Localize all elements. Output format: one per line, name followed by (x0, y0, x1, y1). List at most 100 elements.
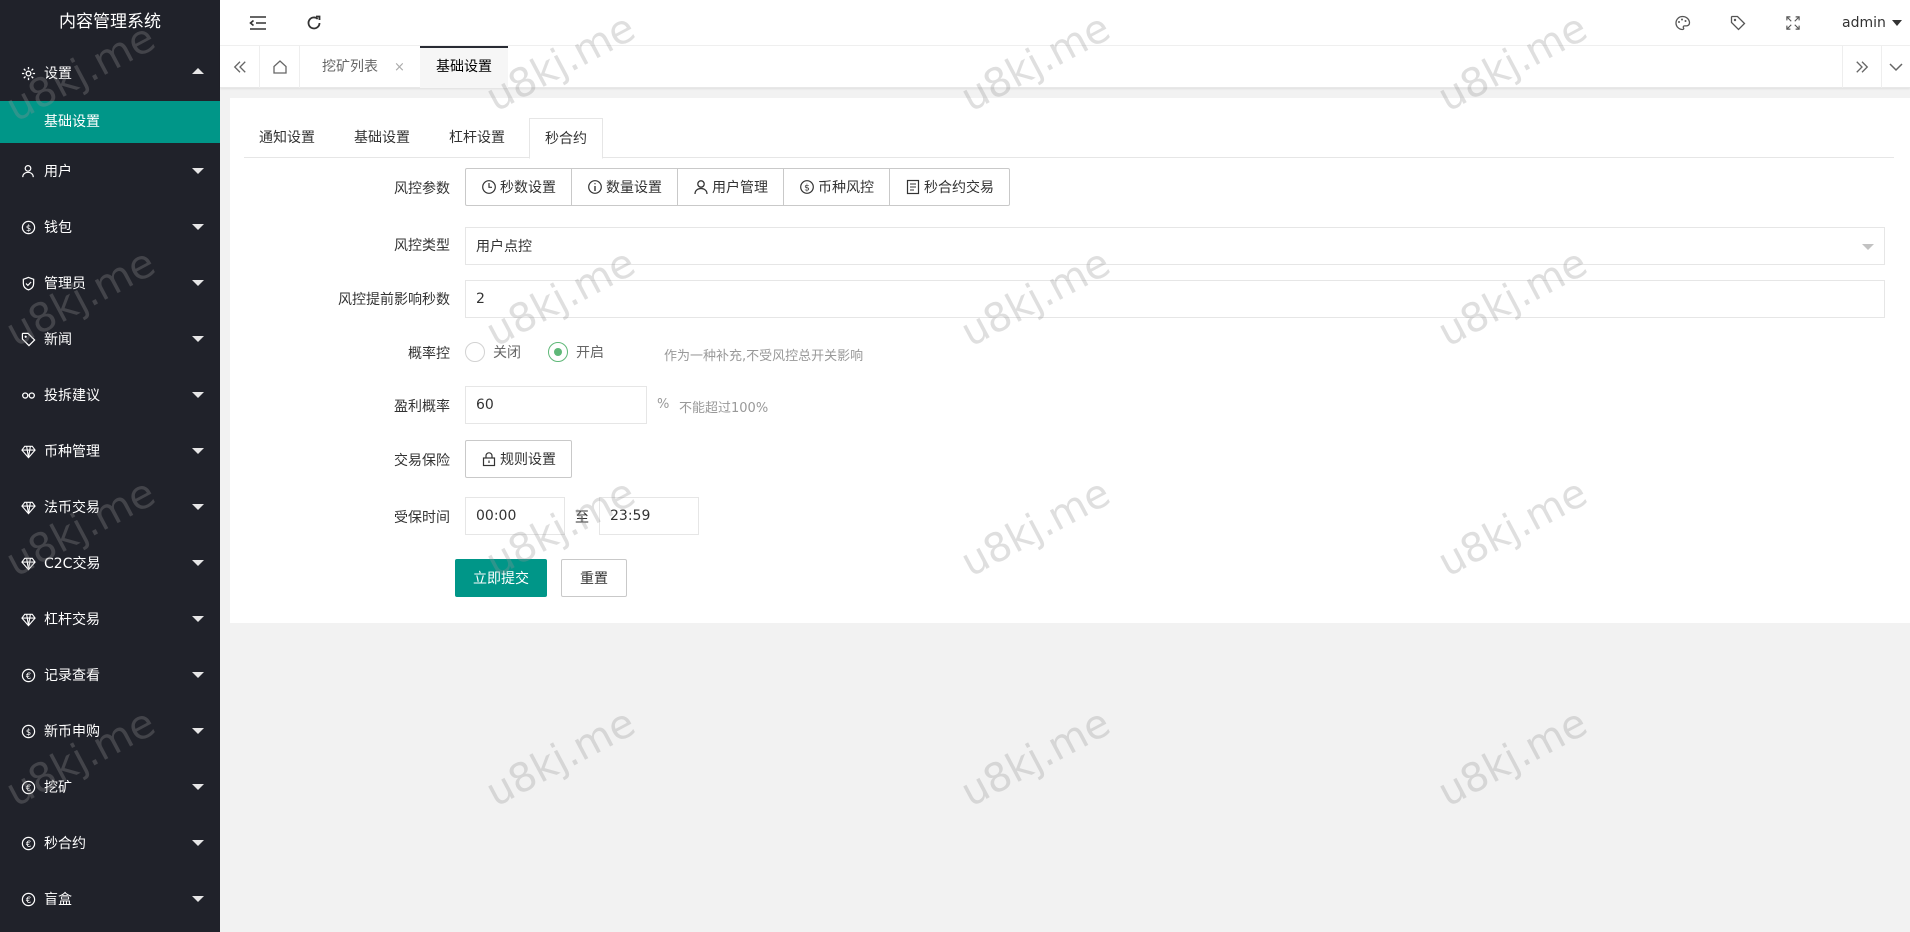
rule-settings-button[interactable]: 规则设置 (465, 440, 572, 478)
chevron-down-icon (192, 672, 204, 678)
user-icon (20, 163, 36, 179)
prob-control-on-radio[interactable]: 开启 (548, 342, 604, 362)
page-tab-basic-settings[interactable]: 基础设置 (420, 46, 508, 88)
sidebar-item-fiat-trading[interactable]: 法币交易 (0, 479, 220, 535)
clock-icon (481, 179, 497, 195)
chevron-down-icon (192, 392, 204, 398)
link-icon (20, 387, 36, 403)
tab-leverage-settings[interactable]: 杠杆设置 (434, 118, 520, 158)
sidebar-item-label: 法币交易 (44, 500, 100, 516)
button-label: 数量设置 (606, 180, 662, 196)
sidebar-item-leverage-trading[interactable]: 杠杆交易 (0, 591, 220, 647)
advance-seconds-value: 2 (476, 291, 485, 307)
profit-prob-input[interactable]: 60 (465, 386, 647, 424)
tab-basic-settings[interactable]: 基础设置 (339, 118, 425, 158)
sidebar-item-label: 币种管理 (44, 444, 100, 460)
sidebar-item-label: 用户 (44, 164, 72, 180)
coin-risk-control-button[interactable]: $ 币种风控 (784, 169, 890, 205)
euro-icon: € (20, 835, 36, 851)
sidebar-item-mining[interactable]: € 挖矿 (0, 759, 220, 815)
sidebar: 内容管理系统 设置 基础设置 用户 $ 钱包 管理员 新闻 投拆建议 币种管理 (0, 0, 220, 932)
button-label: 秒数设置 (500, 180, 556, 196)
user-management-button[interactable]: 用户管理 (678, 169, 784, 205)
diamond-icon (20, 443, 36, 459)
tabs-next-icon[interactable] (1842, 46, 1882, 88)
svg-text:€: € (25, 782, 30, 792)
top-header: admin (220, 0, 1910, 46)
sidebar-item-records[interactable]: € 记录查看 (0, 647, 220, 703)
chevron-down-icon (192, 616, 204, 622)
tag-icon[interactable] (1728, 13, 1748, 33)
content-tabs: 通知设置 基础设置 杠杆设置 秒合约 (244, 118, 1894, 159)
euro-icon: € (20, 891, 36, 907)
chevron-down-icon (192, 280, 204, 286)
sidebar-item-second-contract[interactable]: € 秒合约 (0, 815, 220, 871)
sidebar-item-c2c-trading[interactable]: C2C交易 (0, 535, 220, 591)
chevron-down-icon (192, 168, 204, 174)
advance-seconds-input[interactable]: 2 (465, 280, 1885, 318)
quantity-settings-button[interactable]: 数量设置 (572, 169, 678, 205)
time-end-input[interactable]: 23:59 (599, 497, 699, 535)
sidebar-item-settings[interactable]: 设置 (0, 45, 220, 101)
chevron-down-icon (192, 448, 204, 454)
chevron-down-icon (192, 728, 204, 734)
theme-icon[interactable] (1672, 13, 1692, 33)
fullscreen-icon[interactable] (1783, 13, 1803, 33)
radio-off-icon (465, 342, 485, 362)
tabs-menu-icon[interactable] (1882, 46, 1910, 88)
sidebar-item-blind-box[interactable]: € 盲盒 (0, 871, 220, 927)
insurance-label: 交易保险 (394, 453, 450, 469)
diamond-icon (20, 499, 36, 515)
sidebar-item-label: 新闻 (44, 332, 72, 348)
page-tab-mining-list[interactable]: 挖矿列表 × (306, 46, 421, 88)
user-icon (693, 179, 709, 195)
sidebar-item-wallet[interactable]: $ 钱包 (0, 199, 220, 255)
svg-text:$: $ (25, 222, 30, 232)
svg-text:€: € (25, 894, 30, 904)
chevron-down-icon (192, 784, 204, 790)
time-end-value: 23:59 (610, 508, 651, 524)
sidebar-item-news[interactable]: 新闻 (0, 311, 220, 367)
dollar-icon: $ (20, 219, 36, 235)
watermark: u8kj.me (953, 699, 1118, 817)
sidebar-item-users[interactable]: 用户 (0, 143, 220, 199)
second-contract-trades-button[interactable]: 秒合约交易 (890, 169, 1009, 205)
profit-unit: % (657, 397, 670, 412)
username: admin (1842, 15, 1886, 31)
sidebar-item-label: 杠杆交易 (44, 612, 100, 628)
sidebar-item-admin[interactable]: 管理员 (0, 255, 220, 311)
lock-icon (481, 451, 497, 467)
user-menu[interactable]: admin (1842, 0, 1902, 46)
sidebar-item-suggestions[interactable]: 投拆建议 (0, 367, 220, 423)
sidebar-item-label: C2C交易 (44, 556, 101, 572)
svg-text:$: $ (804, 184, 810, 194)
risk-params-label: 风控参数 (394, 181, 450, 197)
sidebar-subitem-basic-settings[interactable]: 基础设置 (0, 101, 220, 143)
seconds-settings-button[interactable]: 秒数设置 (466, 169, 572, 205)
time-separator: 至 (575, 510, 589, 526)
menu-fold-icon[interactable] (248, 13, 268, 33)
reset-button[interactable]: 重置 (561, 559, 627, 597)
sidebar-item-label: 秒合约 (44, 836, 86, 852)
tab-notification-settings[interactable]: 通知设置 (244, 118, 330, 158)
watermark: u8kj.me (478, 699, 643, 817)
button-label: 用户管理 (712, 180, 768, 196)
sidebar-item-new-coin-subscription[interactable]: $ 新币申购 (0, 703, 220, 759)
button-label: 规则设置 (500, 452, 556, 468)
close-icon[interactable]: × (394, 60, 405, 75)
risk-type-select[interactable]: 用户点控 (465, 227, 1885, 265)
tabs-prev-icon[interactable] (220, 46, 260, 88)
button-label: 币种风控 (818, 180, 874, 196)
chevron-down-icon (192, 896, 204, 902)
submit-button[interactable]: 立即提交 (455, 559, 547, 597)
svg-text:€: € (25, 670, 30, 680)
tab-second-contract[interactable]: 秒合约 (529, 118, 603, 159)
sidebar-item-label: 挖矿 (44, 780, 72, 796)
prob-control-off-radio[interactable]: 关闭 (465, 342, 521, 362)
time-start-input[interactable]: 00:00 (465, 497, 565, 535)
settings-card: 通知设置 基础设置 杠杆设置 秒合约 风控参数 秒数设置 数量设置 用户管理 $… (230, 98, 1910, 623)
sidebar-item-coin-management[interactable]: 币种管理 (0, 423, 220, 479)
sidebar-item-label: 投拆建议 (44, 388, 100, 404)
home-icon[interactable] (260, 46, 300, 88)
refresh-icon[interactable] (304, 13, 324, 33)
